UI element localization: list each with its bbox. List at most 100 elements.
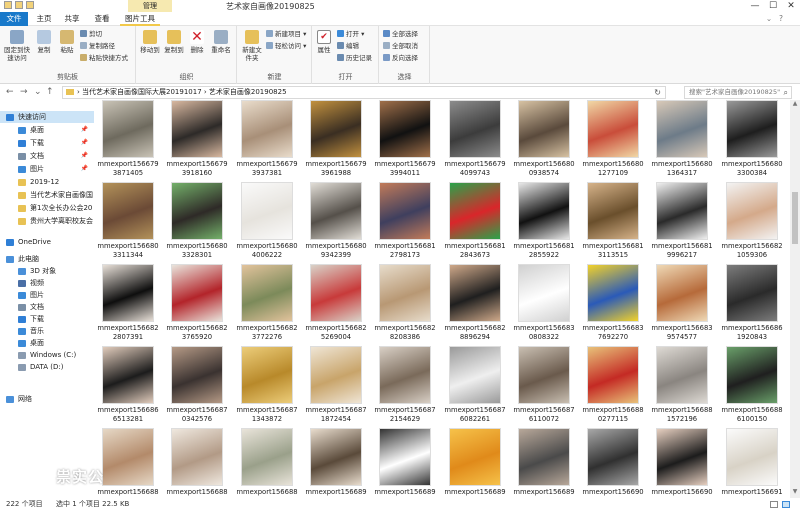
up-button[interactable]: ↑ — [46, 86, 54, 99]
file-item[interactable]: mmexport156687 0342576 — [165, 346, 229, 424]
file-item[interactable]: mmexport156688 — [96, 428, 160, 498]
chevron-down-icon[interactable]: ⌄ — [764, 12, 774, 26]
file-item[interactable]: mmexport156680 9342399 — [304, 182, 368, 260]
refresh-icon[interactable]: ↻ — [654, 87, 661, 98]
breadcrumb[interactable]: › 当代艺术家自画像国际大展20191017 › 艺术家自画像20190825 — [77, 88, 287, 96]
nav-item[interactable]: 当代艺术家自画像国 — [0, 189, 94, 201]
tab-share[interactable]: 共享 — [60, 12, 84, 26]
tab-view[interactable]: 查看 — [90, 12, 114, 26]
file-item[interactable]: mmexport156689 — [304, 428, 368, 498]
recent-locations-button[interactable]: ⌄ — [34, 86, 42, 99]
new-folder-icon[interactable] — [15, 1, 23, 9]
file-item[interactable]: mmexport156680 1364317 — [650, 100, 714, 178]
file-item[interactable]: mmexport156680 0938574 — [512, 100, 576, 178]
nav-item[interactable]: DATA (D:) — [0, 361, 94, 373]
file-item[interactable]: mmexport156683 9574577 — [650, 264, 714, 342]
vertical-scrollbar[interactable]: ▲ ▼ — [790, 100, 800, 498]
search-input[interactable]: 搜索"艺术家自画像20190825" ⌕ — [684, 86, 792, 99]
select-all-button[interactable]: 全部选择 — [383, 30, 418, 39]
nav-item[interactable]: 桌面 📌 — [0, 124, 94, 136]
large-icons-view-icon[interactable] — [782, 501, 790, 508]
invert-selection-button[interactable]: 反向选择 — [383, 54, 418, 63]
close-button[interactable]: ✕ — [782, 0, 800, 12]
file-item[interactable]: mmexport156687 2154629 — [373, 346, 437, 424]
rename-button[interactable]: 重命名 — [209, 30, 233, 54]
nav-item[interactable]: 3D 对象 — [0, 265, 94, 277]
pin-to-quick-access-button[interactable]: 固定到快速访问 — [2, 30, 32, 62]
paste-shortcut-button[interactable]: 粘贴快捷方式 — [80, 54, 128, 63]
file-item[interactable]: mmexport156681 9996217 — [650, 182, 714, 260]
file-item[interactable]: mmexport156682 2807391 — [96, 264, 160, 342]
file-item[interactable]: mmexport156688 0277115 — [581, 346, 645, 424]
nav-item[interactable]: 下载 — [0, 313, 94, 325]
file-item[interactable]: mmexport156679 3937381 — [235, 100, 299, 178]
maximize-button[interactable]: ☐ — [764, 0, 782, 12]
nav-item[interactable]: 音乐 — [0, 325, 94, 337]
new-folder-button[interactable]: 新建文件夹 — [240, 30, 264, 62]
file-item[interactable]: mmexport156683 7692270 — [581, 264, 645, 342]
easy-access-button[interactable]: 轻松访问 ▾ — [266, 42, 306, 51]
nav-item[interactable]: Windows (C:) — [0, 349, 94, 361]
nav-item[interactable]: OneDrive — [0, 236, 94, 248]
file-item[interactable]: mmexport156688 — [165, 428, 229, 498]
file-item[interactable]: mmexport156689 — [512, 428, 576, 498]
nav-item[interactable]: 文档 — [0, 301, 94, 313]
nav-item[interactable]: 此电脑 — [0, 253, 94, 265]
paste-button[interactable]: 粘贴 — [56, 30, 78, 54]
scroll-down-icon[interactable]: ▼ — [790, 488, 800, 498]
file-item[interactable]: mmexport156682 3765920 — [165, 264, 229, 342]
nav-item[interactable]: 图片 — [0, 289, 94, 301]
file-item[interactable]: mmexport156679 3871405 — [96, 100, 160, 178]
file-item[interactable]: mmexport156679 3961988 — [304, 100, 368, 178]
delete-button[interactable]: ✕ 删除 — [187, 30, 207, 54]
file-item[interactable]: mmexport156687 1343872 — [235, 346, 299, 424]
move-to-button[interactable]: 移动到 — [139, 30, 161, 54]
nav-item[interactable]: 2019-12 — [0, 176, 94, 188]
file-item[interactable]: mmexport156689 — [443, 428, 507, 498]
minimize-button[interactable]: — — [746, 0, 764, 12]
folder-icon[interactable] — [26, 1, 34, 9]
copy-button[interactable]: 复制 — [34, 30, 54, 54]
manage-context-tab[interactable]: 管理 — [128, 0, 172, 12]
file-item[interactable]: mmexport156681 2843673 — [443, 182, 507, 260]
file-item[interactable]: mmexport156682 8896294 — [443, 264, 507, 342]
file-item[interactable]: mmexport156687 6082261 — [443, 346, 507, 424]
nav-item[interactable]: 第1次全长办公会20 — [0, 202, 94, 214]
help-icon[interactable]: ? — [776, 12, 786, 26]
quick-access-toolbar[interactable] — [4, 1, 34, 9]
file-item[interactable]: mmexport156683 0808322 — [512, 264, 576, 342]
open-button[interactable]: 打开 ▾ — [337, 30, 364, 39]
scroll-thumb[interactable] — [792, 192, 798, 244]
tab-home[interactable]: 主页 — [32, 12, 56, 26]
edit-button[interactable]: 编辑 — [337, 42, 359, 51]
file-item[interactable]: mmexport156682 1059306 — [720, 182, 784, 260]
file-item[interactable]: mmexport156682 5269004 — [304, 264, 368, 342]
nav-item[interactable]: 网络 — [0, 393, 94, 405]
file-item[interactable]: mmexport156679 4099743 — [443, 100, 507, 178]
file-item[interactable]: mmexport156687 6110072 — [512, 346, 576, 424]
file-item[interactable]: mmexport156680 1277109 — [581, 100, 645, 178]
file-item[interactable]: mmexport156689 — [373, 428, 437, 498]
nav-item[interactable]: 视频 — [0, 277, 94, 289]
nav-item[interactable]: 图片 📌 — [0, 163, 94, 175]
back-button[interactable]: ← — [6, 86, 14, 99]
history-button[interactable]: 历史记录 — [337, 54, 372, 63]
file-item[interactable]: mmexport156686 6513281 — [96, 346, 160, 424]
file-item[interactable]: mmexport156690 — [650, 428, 714, 498]
file-item[interactable]: mmexport156682 8208386 — [373, 264, 437, 342]
file-item[interactable]: mmexport156680 3328301 — [165, 182, 229, 260]
address-field[interactable]: › 当代艺术家自画像国际大展20191017 › 艺术家自画像20190825 … — [62, 86, 666, 99]
properties-icon[interactable] — [4, 1, 12, 9]
file-item[interactable]: mmexport156681 3113515 — [581, 182, 645, 260]
file-item[interactable]: mmexport156681 2798173 — [373, 182, 437, 260]
file-item[interactable]: mmexport156687 1872454 — [304, 346, 368, 424]
file-item[interactable]: mmexport156680 3311344 — [96, 182, 160, 260]
file-item[interactable]: mmexport156688 6100150 — [720, 346, 784, 424]
tab-file[interactable]: 文件 — [0, 12, 28, 26]
properties-button[interactable]: ✔ 属性 — [315, 30, 333, 54]
file-item[interactable]: mmexport156680 3300384 — [720, 100, 784, 178]
tab-picture-tools[interactable]: 图片工具 — [120, 12, 160, 26]
file-item[interactable]: mmexport156679 3994011 — [373, 100, 437, 178]
nav-item[interactable]: 文档 📌 — [0, 150, 94, 162]
file-item[interactable]: mmexport156688 1572196 — [650, 346, 714, 424]
